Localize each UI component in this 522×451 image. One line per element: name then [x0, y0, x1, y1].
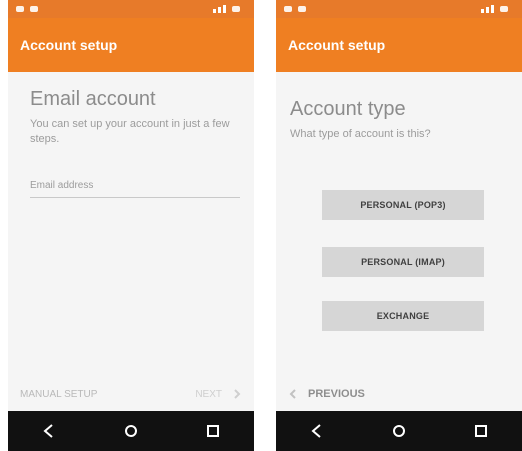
next-button[interactable]: NEXT	[195, 389, 242, 400]
recents-icon[interactable]	[202, 420, 224, 442]
battery-icon	[500, 6, 508, 12]
notification-icon	[16, 6, 24, 12]
email-field-underline	[30, 197, 240, 198]
email-account-content: Email account You can set up your accoun…	[8, 72, 254, 402]
email-icon	[30, 6, 38, 12]
phone-screen-account-type: Account setup Account type What type of …	[276, 0, 522, 451]
chevron-right-icon	[232, 389, 242, 399]
page-subtitle: What type of account is this?	[290, 128, 431, 140]
account-type-content: Account type What type of account is thi…	[276, 72, 522, 402]
notification-icon	[284, 6, 292, 12]
previous-button[interactable]: PREVIOUS	[288, 388, 365, 400]
email-field[interactable]: Email address	[30, 180, 240, 198]
email-account-header: Email account You can set up your accoun…	[30, 88, 240, 147]
status-bar	[8, 0, 254, 18]
email-icon	[298, 6, 306, 12]
manual-setup-button[interactable]: MANUAL SETUP	[20, 389, 97, 400]
app-bar: Account setup	[276, 18, 522, 72]
phone-screen-email-account: Account setup Email account You can set …	[8, 0, 254, 451]
home-icon[interactable]	[120, 420, 142, 442]
recents-icon[interactable]	[470, 420, 492, 442]
status-left	[16, 6, 38, 12]
email-field-label: Email address	[30, 180, 94, 191]
personal-imap-button[interactable]: PERSONAL (IMAP)	[322, 247, 484, 277]
status-right	[213, 5, 246, 13]
android-navbar	[276, 411, 522, 451]
status-right	[481, 5, 514, 13]
android-navbar	[8, 411, 254, 451]
chevron-left-icon	[288, 389, 298, 399]
app-bar-title: Account setup	[288, 37, 386, 53]
account-type-header: Account type What type of account is thi…	[290, 98, 510, 142]
back-icon[interactable]	[306, 420, 328, 442]
next-label: NEXT	[195, 388, 222, 400]
status-left	[284, 6, 306, 12]
status-bar	[276, 0, 522, 18]
page-title: Email account	[30, 88, 156, 110]
app-bar-title: Account setup	[20, 37, 118, 53]
back-icon[interactable]	[38, 420, 60, 442]
account-type-bottom-actions: PREVIOUS	[276, 380, 522, 408]
signal-icon	[481, 5, 494, 13]
previous-label: PREVIOUS	[308, 388, 365, 400]
exchange-button[interactable]: EXCHANGE	[322, 301, 484, 331]
app-bar: Account setup	[8, 18, 254, 72]
page-subtitle: You can set up your account in just a fe…	[30, 118, 230, 145]
page-title: Account type	[290, 98, 406, 120]
battery-icon	[232, 6, 240, 12]
personal-pop3-button[interactable]: PERSONAL (POP3)	[322, 190, 484, 220]
email-bottom-actions: MANUAL SETUP NEXT	[8, 380, 254, 408]
home-icon[interactable]	[388, 420, 410, 442]
signal-icon	[213, 5, 226, 13]
